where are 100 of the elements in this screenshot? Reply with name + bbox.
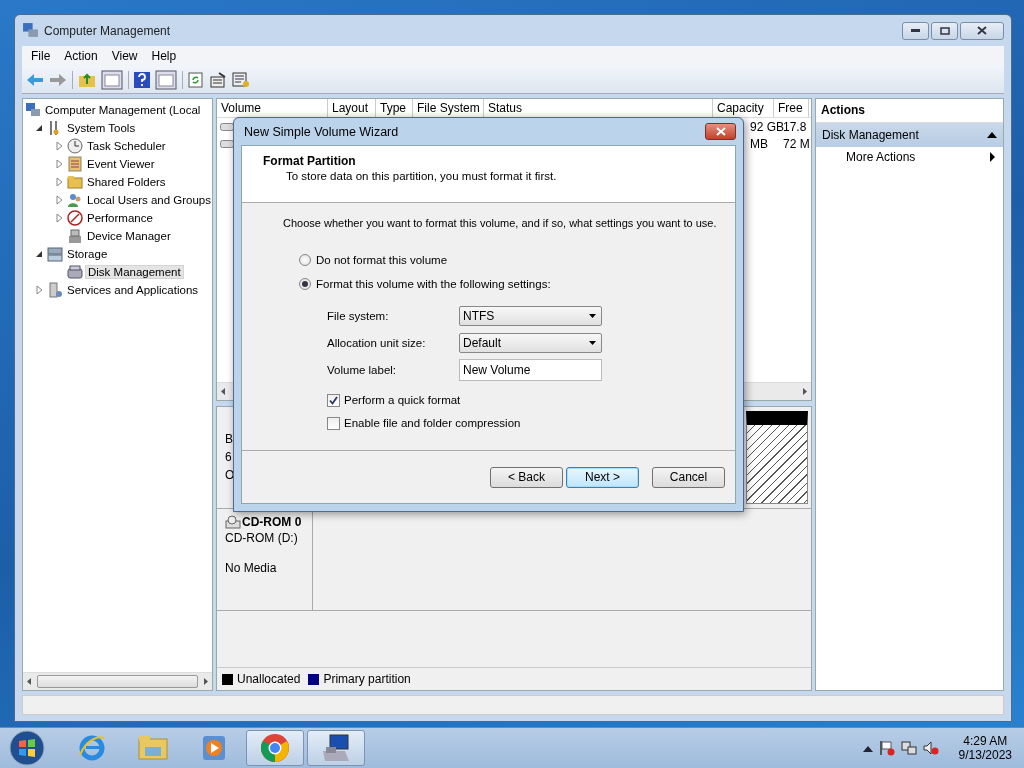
cd-drive-icon <box>225 515 241 529</box>
network-icon[interactable] <box>900 740 917 756</box>
wizard-subheading: To store data on this partition, you must format it first. <box>285 170 558 182</box>
dialog-title: New Simple Volume Wizard <box>244 124 399 139</box>
menu-item[interactable]: Help <box>144 49 184 63</box>
caret-icon <box>589 314 596 318</box>
taskbar-app[interactable] <box>307 730 365 766</box>
storage-icon <box>47 246 63 262</box>
caret-icon <box>589 341 596 345</box>
tree-item[interactable]: Event Viewer <box>85 158 157 170</box>
settings-icon[interactable] <box>232 71 250 88</box>
checkbox-label: Enable file and folder compression <box>344 417 521 429</box>
wizard-prompt: Choose whether you want to format this volume, and if so, what settings you want to use. <box>283 217 718 229</box>
menu-item[interactable]: View <box>104 49 145 63</box>
table-cell-text: 17.8 <box>783 119 808 134</box>
actions-section[interactable]: Disk Management <box>816 123 1003 147</box>
wizard-button[interactable]: Next > <box>566 466 639 488</box>
radio-button[interactable] <box>299 254 311 266</box>
device-icon <box>67 228 83 244</box>
folder-up-icon[interactable] <box>78 71 96 88</box>
tree-item[interactable]: Task Scheduler <box>85 140 168 152</box>
expand-arrow-icon[interactable] <box>53 194 65 206</box>
clock-icon <box>67 138 83 154</box>
disk-info: 6 <box>225 449 233 465</box>
tree-item[interactable]: Storage <box>65 248 110 260</box>
window-title: Computer Management <box>44 23 171 38</box>
column-header[interactable]: Free <box>774 99 809 117</box>
field-label: File system: <box>327 310 390 322</box>
chrome-icon <box>259 732 291 764</box>
wizard-heading: Format Partition <box>263 154 357 168</box>
radio-label: Do not format this volume <box>316 254 448 266</box>
show-hidden-icon[interactable] <box>862 744 873 752</box>
browser-e-icon <box>77 733 107 763</box>
tree-item[interactable]: Computer Management (Local <box>43 104 203 116</box>
start-button[interactable] <box>9 730 45 766</box>
tree-item[interactable]: Local Users and Groups <box>85 194 212 206</box>
close-button[interactable] <box>705 123 736 140</box>
minimize-button[interactable] <box>902 21 929 40</box>
wizard-button[interactable]: Cancel <box>652 466 725 488</box>
services-icon <box>47 282 63 298</box>
computer-icon <box>25 102 41 118</box>
drive-letter: CD-ROM (D:) <box>225 530 299 546</box>
tree-item[interactable]: Performance <box>85 212 155 224</box>
maximize-icon <box>939 26 950 35</box>
menu-item[interactable]: Action <box>57 49 105 63</box>
tree-item[interactable]: Services and Applications <box>65 284 201 296</box>
input-field[interactable]: New Volume <box>459 359 602 381</box>
scroll-right-icon[interactable] <box>801 387 809 396</box>
forward-arrow-icon[interactable] <box>49 72 67 87</box>
clock-time: 4:29 AM <box>963 734 1008 748</box>
console-tree-icon[interactable] <box>101 69 123 90</box>
radio-label: Format this volume with the following settings: <box>316 278 551 290</box>
refresh-icon[interactable] <box>188 71 204 88</box>
collapse-caret-icon <box>987 132 997 138</box>
volume-muted-icon[interactable] <box>922 740 939 756</box>
checkbox[interactable] <box>327 416 340 430</box>
expand-arrow-icon[interactable] <box>53 158 65 170</box>
wizard-button[interactable]: < Back <box>490 466 563 488</box>
flag-icon[interactable] <box>878 740 895 756</box>
close-icon <box>977 26 987 35</box>
tree-item[interactable]: Shared Folders <box>85 176 168 188</box>
expand-arrow-icon[interactable] <box>33 284 45 296</box>
field-label: Volume label: <box>327 364 398 376</box>
unallocated-partition[interactable] <box>746 411 808 504</box>
tree-item[interactable]: Device Manager <box>85 230 173 242</box>
media-player-icon <box>201 734 227 762</box>
tree-item[interactable]: Disk Management <box>85 265 184 279</box>
minimize-icon <box>911 29 920 32</box>
folder-icon <box>137 733 169 763</box>
maximize-button[interactable] <box>931 21 958 40</box>
table-cell-text: MB <box>750 136 769 151</box>
scroll-left-icon[interactable] <box>219 387 227 396</box>
radio-button[interactable] <box>299 278 311 290</box>
disk-info: B <box>225 431 234 447</box>
close-button[interactable] <box>960 21 1004 40</box>
scroll-left-icon[interactable] <box>25 677 33 686</box>
action-pane-icon[interactable] <box>155 69 177 90</box>
clock[interactable]: 4:29 AM 9/13/2023 <box>958 734 1012 762</box>
computer-icon <box>22 22 39 39</box>
taskbar-app[interactable] <box>246 730 304 766</box>
volume-icon <box>220 122 234 131</box>
properties-icon[interactable] <box>209 71 227 88</box>
scrollbar-thumb[interactable] <box>37 675 198 688</box>
clock-date: 9/13/2023 <box>958 748 1012 762</box>
users-icon <box>67 192 83 208</box>
dropdown[interactable]: Default <box>459 333 602 353</box>
checkbox[interactable] <box>327 393 340 407</box>
log-icon <box>67 156 83 172</box>
dropdown[interactable]: NTFS <box>459 306 602 326</box>
back-arrow-icon[interactable] <box>26 72 44 87</box>
menu-item[interactable]: File <box>24 49 58 63</box>
help-icon[interactable] <box>134 71 150 88</box>
close-icon <box>715 127 726 136</box>
tree-item[interactable]: System Tools <box>65 122 138 134</box>
scroll-right-icon[interactable] <box>202 677 210 686</box>
expand-arrow-icon[interactable] <box>53 140 65 152</box>
action-item[interactable]: More Actions <box>816 147 1003 167</box>
expand-arrow-icon[interactable] <box>53 176 65 188</box>
field-label: Allocation unit size: <box>327 337 427 349</box>
expand-arrow-icon[interactable] <box>53 212 65 224</box>
